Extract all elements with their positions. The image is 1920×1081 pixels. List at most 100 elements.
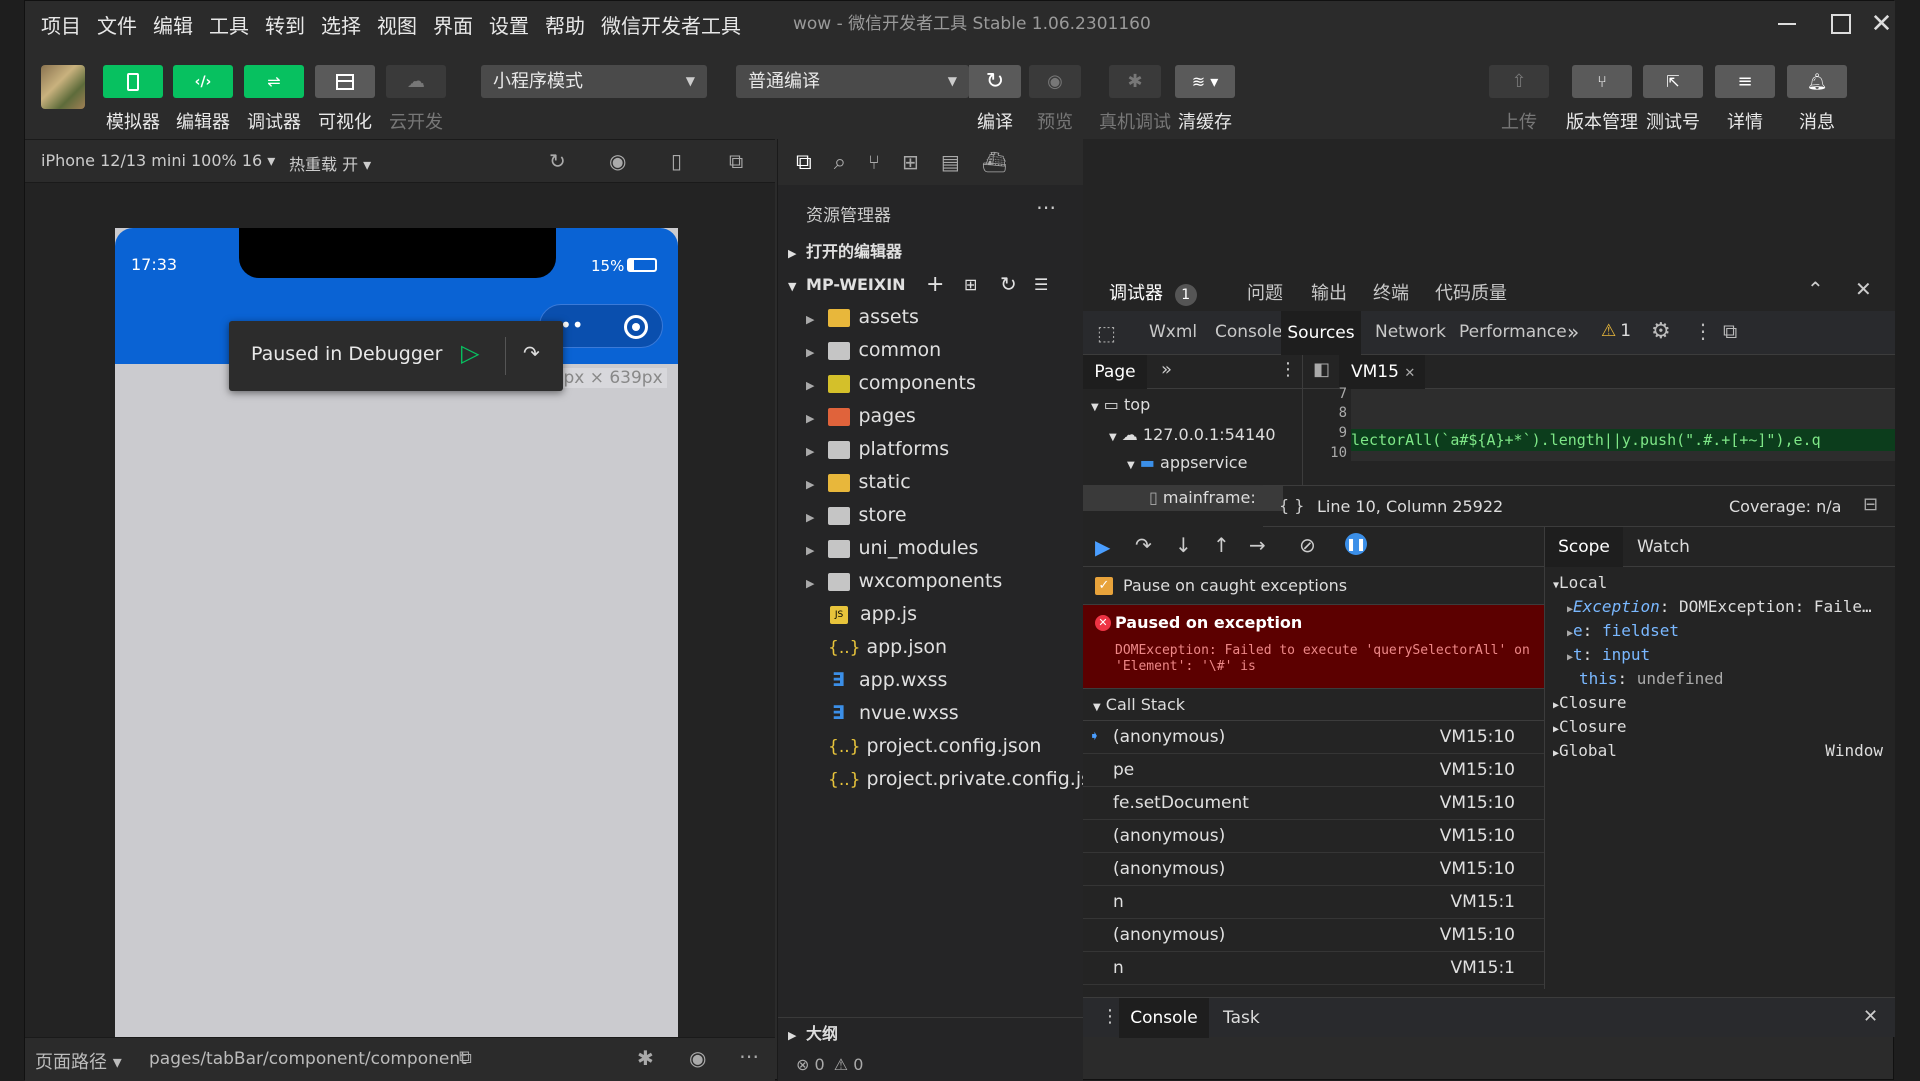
eye-icon[interactable]: ◉	[689, 1046, 706, 1070]
more-icon[interactable]: ⋯	[1036, 195, 1056, 219]
more-tabs-icon[interactable]: »	[1567, 320, 1579, 344]
tab-scope[interactable]: Scope	[1545, 527, 1623, 567]
scope-var-e[interactable]: ▶e: fieldset	[1567, 619, 1679, 646]
deactivate-breakpoints-icon[interactable]: ⊘	[1299, 533, 1316, 557]
tree-folder-components[interactable]: ▶ components	[778, 367, 1084, 400]
step-over-icon[interactable]: ↷	[523, 341, 540, 365]
tab-problems[interactable]: 问题	[1247, 279, 1283, 305]
code-area[interactable]: lectorAll(`a#${A}+*`).length||y.push(".#…	[1351, 389, 1895, 461]
tree-folder-static[interactable]: ▶ static	[778, 466, 1084, 499]
menu-view[interactable]: 视图	[369, 10, 425, 39]
menu-tools[interactable]: 工具	[201, 10, 257, 39]
tab-code-quality[interactable]: 代码质量	[1435, 279, 1507, 305]
tree-appservice[interactable]: ▼ ▬ appservice	[1127, 453, 1247, 472]
tree-top[interactable]: ▼ ▭ top	[1091, 395, 1150, 414]
menu-interface[interactable]: 界面	[425, 10, 481, 39]
tree-file-app-json[interactable]: {..} app.json	[778, 631, 1084, 664]
tree-file-project-private-config[interactable]: {..} project.private.config.js...	[778, 763, 1109, 796]
step-into-icon[interactable]: ↓	[1175, 533, 1192, 557]
tree-file-nvue-wxss[interactable]: ∃ nvue.wxss	[778, 697, 1084, 730]
tree-host[interactable]: ▼ ☁ 127.0.0.1:54140	[1109, 425, 1276, 444]
minimize-button[interactable]	[1760, 1, 1814, 47]
tree-folder-pages[interactable]: ▶ pages	[778, 400, 1084, 433]
undock-icon[interactable]: ⧉	[1723, 319, 1737, 343]
tree-folder-common[interactable]: ▶ common	[778, 334, 1084, 367]
step-over-icon[interactable]: ↷	[1135, 533, 1152, 557]
scope-var-this[interactable]: this: undefined	[1579, 667, 1724, 691]
remote-debug-button[interactable]: ✱ 真机调试	[1099, 65, 1171, 134]
menu-select[interactable]: 选择	[313, 10, 369, 39]
upload-button[interactable]: ⇧ 上传	[1489, 65, 1549, 134]
messages-button[interactable]: 🔔︎ 消息	[1787, 65, 1847, 134]
call-frame[interactable]: (anonymous) VM15:10	[1083, 919, 1544, 952]
kebab-icon[interactable]: ⋮	[1101, 1006, 1119, 1027]
extensions-icon[interactable]: ⊞	[902, 150, 919, 174]
pause-exceptions-icon[interactable]: ❚❚	[1345, 533, 1367, 555]
path-label[interactable]: 页面路径 ▾	[35, 1048, 122, 1074]
simulator-button[interactable]: 模拟器	[103, 65, 163, 134]
close-icon[interactable]: ✕	[1863, 1006, 1878, 1027]
source-control-icon[interactable]: ⑂	[868, 150, 880, 174]
scope-closure[interactable]: ▶Closure	[1553, 691, 1626, 718]
tab-vm15[interactable]: VM15 ✕	[1339, 355, 1425, 389]
tab-wxml[interactable]: Wxml	[1149, 322, 1197, 342]
call-frame[interactable]: ➧ (anonymous) VM15:10	[1083, 721, 1544, 754]
scope-global[interactable]: ▶Global Window	[1553, 739, 1883, 766]
menu-help[interactable]: 帮助	[537, 10, 593, 39]
drawer-tab-task[interactable]: Task	[1223, 1008, 1260, 1028]
visual-button[interactable]: 可视化	[315, 65, 375, 134]
tree-folder-platforms[interactable]: ▶ platforms	[778, 433, 1084, 466]
call-stack-header[interactable]: ▼ Call Stack	[1083, 689, 1544, 721]
clear-cache-button[interactable]: ≋ ▾ 清缓存	[1175, 65, 1235, 134]
tree-folder-uni-modules[interactable]: ▶ uni_modules	[778, 532, 1084, 565]
tab-terminal[interactable]: 终端	[1373, 279, 1409, 305]
scope-closure[interactable]: ▶Closure	[1553, 715, 1626, 742]
menu-settings[interactable]: 设置	[481, 10, 537, 39]
call-frame[interactable]: (anonymous) VM15:10	[1083, 820, 1544, 853]
scope-var-t[interactable]: ▶t: input	[1567, 643, 1650, 670]
details-button[interactable]: ≡ 详情	[1715, 65, 1775, 134]
call-frame[interactable]: n VM15:1	[1083, 886, 1544, 919]
compile-select[interactable]: 普通编译 ▼	[736, 65, 969, 98]
kebab-icon[interactable]: ⋮	[1279, 359, 1297, 380]
debugger-button[interactable]: ⇌ 调试器	[244, 65, 304, 134]
docker-icon[interactable]: ⛴	[982, 150, 1007, 174]
tab-page[interactable]: Page	[1083, 355, 1147, 389]
maximize-button[interactable]	[1814, 1, 1868, 47]
chevron-up-icon[interactable]: ⌃	[1807, 277, 1824, 301]
rotate-icon[interactable]: ↻	[549, 149, 566, 173]
tab-console[interactable]: Console	[1215, 322, 1283, 342]
tab-debugger[interactable]: 调试器 1	[1109, 279, 1197, 306]
bug-icon[interactable]: ✱	[637, 1046, 654, 1070]
cloud-button[interactable]: ☁ 云开发	[386, 65, 446, 134]
tab-output[interactable]: 输出	[1311, 279, 1347, 305]
refresh-icon[interactable]: ↻	[1000, 268, 1017, 301]
hotreload-toggle[interactable]: 热重载 开 ▾	[289, 151, 371, 175]
tab-network[interactable]: Network	[1375, 322, 1446, 342]
coverage-icon[interactable]: ⊟	[1863, 494, 1878, 515]
tree-file-app-wxss[interactable]: ∃ app.wxss	[778, 664, 1084, 697]
gear-icon[interactable]: ⚙	[1651, 319, 1671, 344]
step-out-icon[interactable]: ↑	[1213, 533, 1230, 557]
checkbox-checked-icon[interactable]: ✓	[1095, 577, 1113, 595]
call-frame[interactable]: fe.setDocument VM15:10	[1083, 787, 1544, 820]
toggle-navigator-icon[interactable]: ◧	[1313, 359, 1330, 380]
stop-icon[interactable]: ◉	[609, 149, 626, 173]
scope-local[interactable]: ▼Local	[1553, 571, 1607, 598]
test-account-button[interactable]: ⇱ 测试号	[1643, 65, 1703, 134]
device-select[interactable]: iPhone 12/13 mini 100% 16 ▾	[41, 151, 275, 170]
menu-goto[interactable]: 转到	[257, 10, 313, 39]
collapse-icon[interactable]: ☰	[1034, 268, 1048, 301]
files-icon[interactable]: ⧉	[796, 150, 812, 175]
call-frame[interactable]: (anonymous) VM15:10	[1083, 853, 1544, 886]
menu-project[interactable]: 项目	[33, 10, 89, 39]
menu-file[interactable]: 文件	[89, 10, 145, 39]
close-window-button[interactable]: ✕	[1868, 1, 1895, 47]
tab-performance[interactable]: Performance	[1459, 322, 1567, 342]
close-icon[interactable]: ✕	[1404, 366, 1415, 381]
pretty-print-icon[interactable]: { }	[1279, 496, 1304, 515]
more-icon[interactable]: ⋯	[739, 1044, 759, 1068]
tree-folder-wxcomponents[interactable]: ▶ wxcomponents	[778, 565, 1084, 598]
menu-edit[interactable]: 编辑	[145, 10, 201, 39]
new-file-icon[interactable]: +	[926, 268, 944, 301]
